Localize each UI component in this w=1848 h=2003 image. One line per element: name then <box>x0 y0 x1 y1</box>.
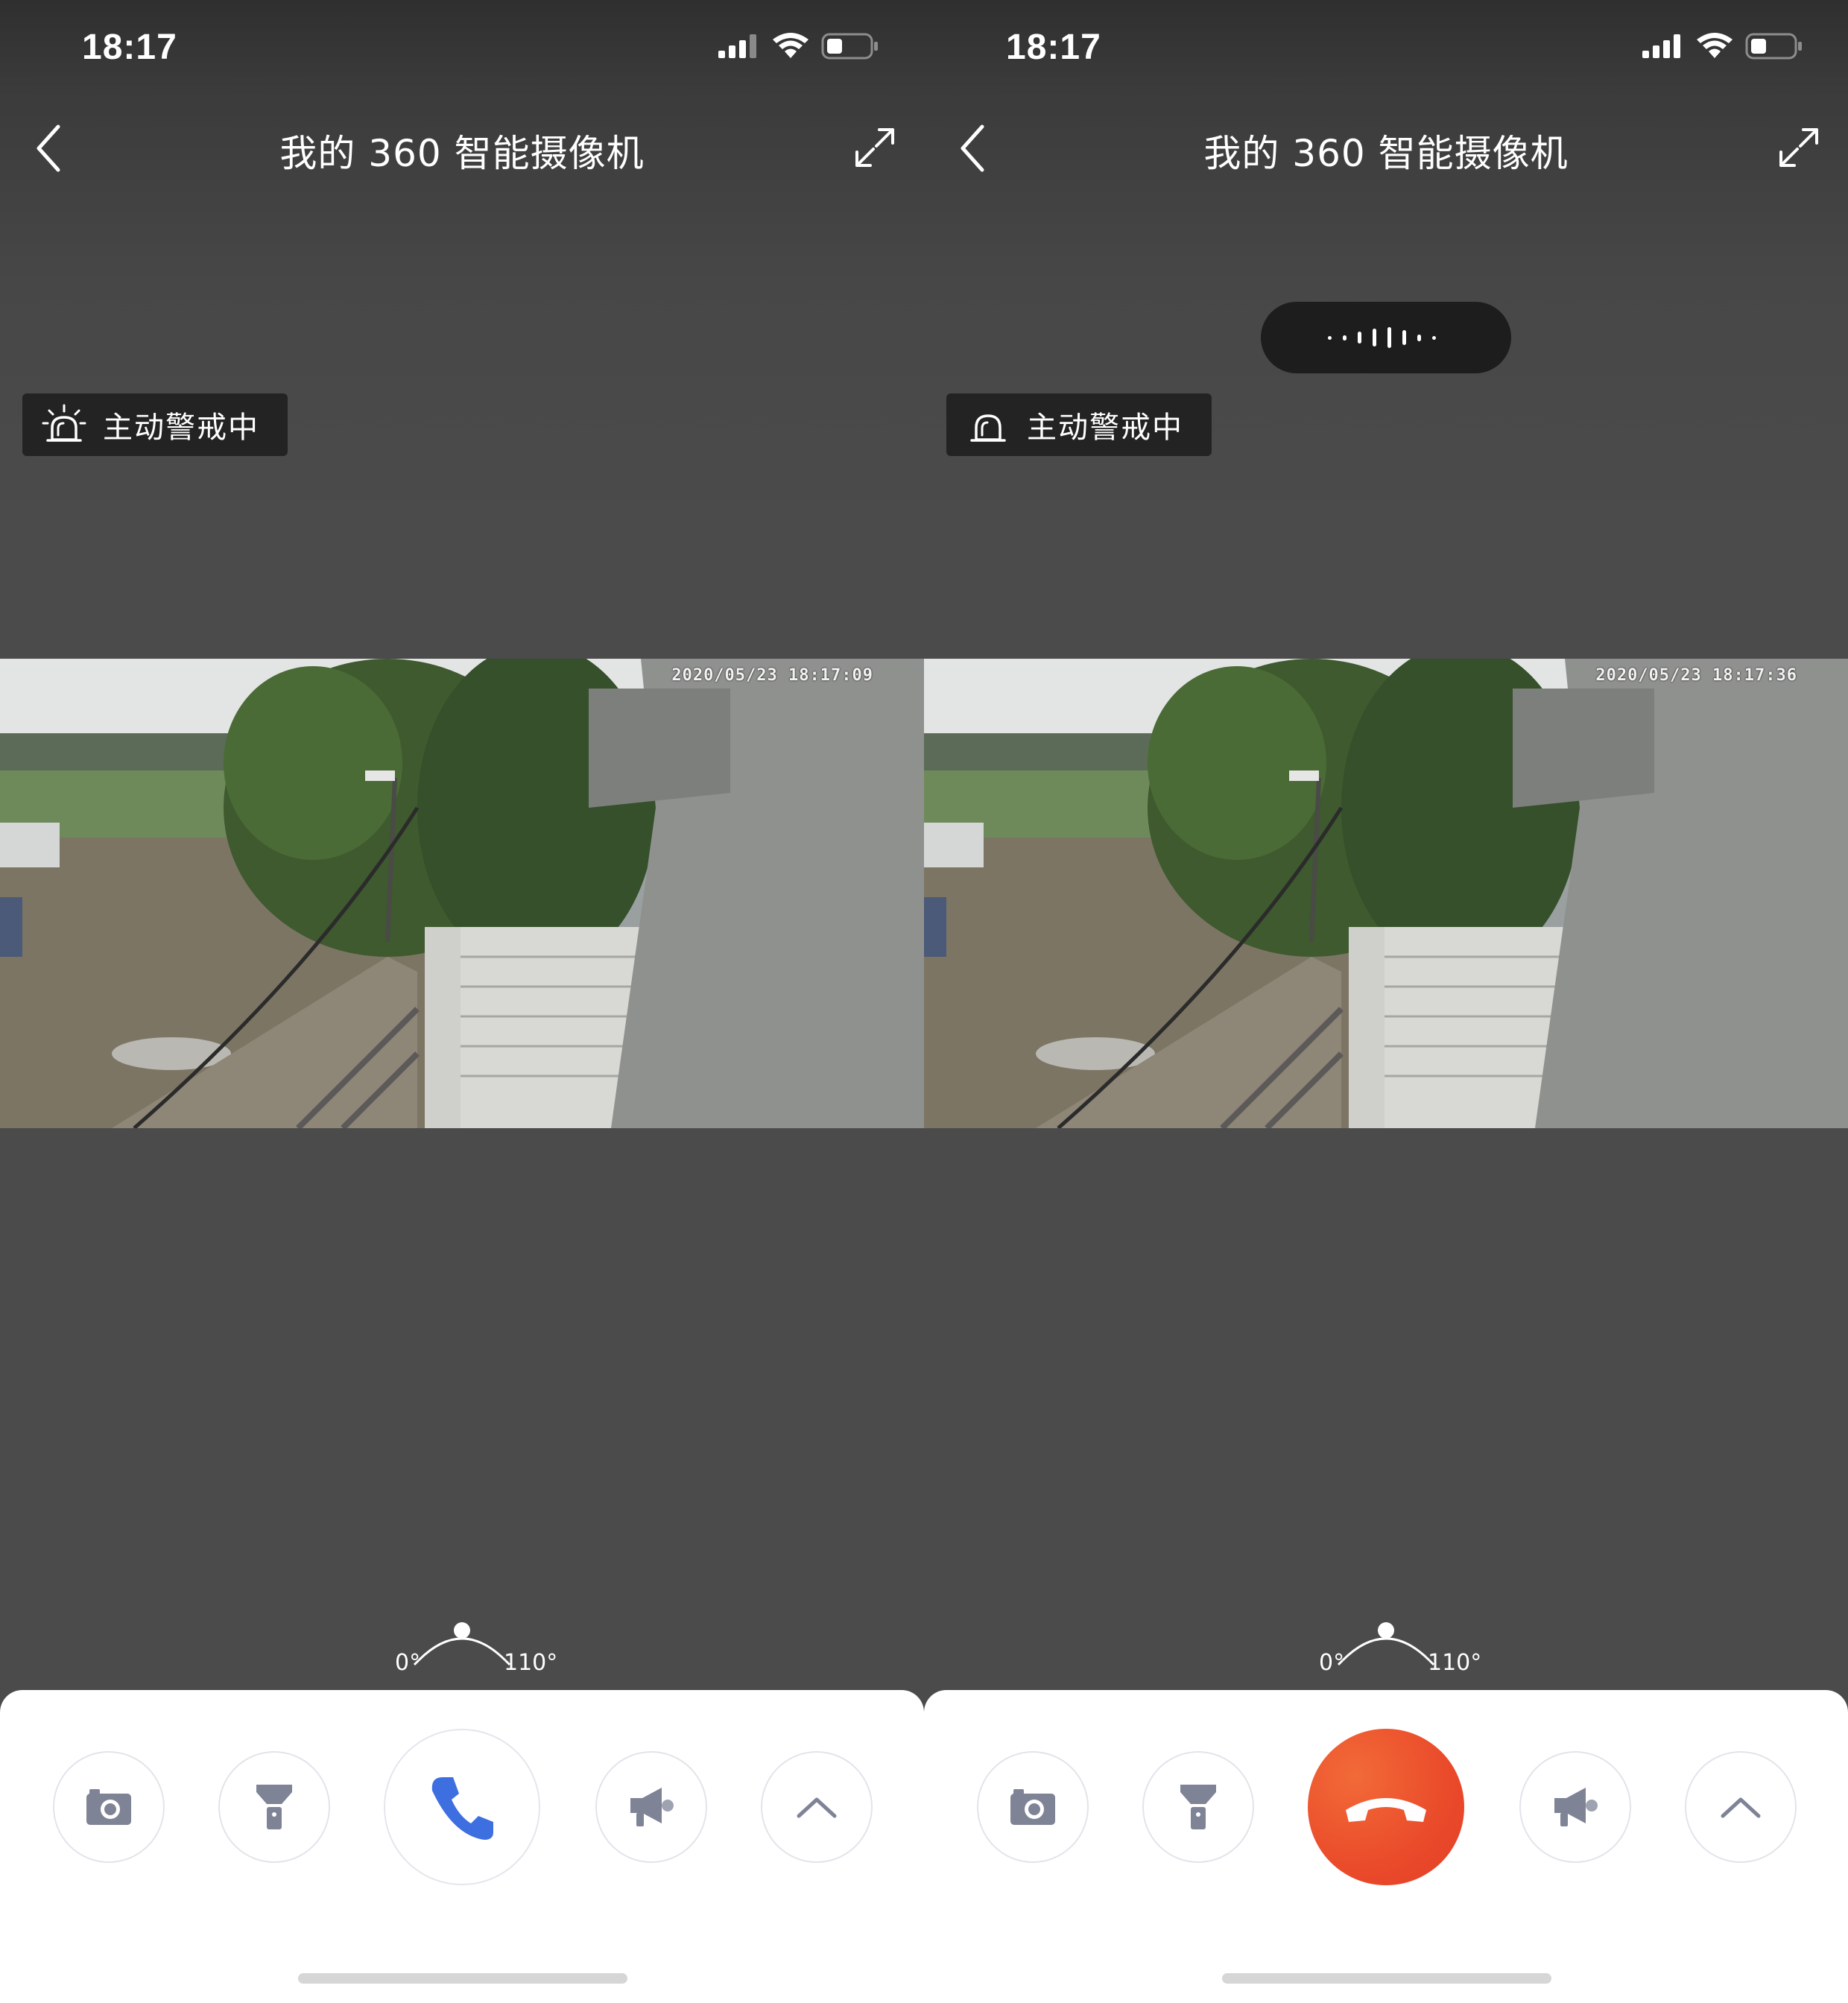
more-controls-button[interactable] <box>761 1751 873 1863</box>
page-title: 我的 360 智能摄像机 <box>279 132 645 175</box>
fullscreen-expand-icon[interactable] <box>1776 125 1821 170</box>
voice-waveform-icon <box>1328 327 1436 348</box>
snapshot-button[interactable] <box>53 1751 165 1863</box>
page-title: 我的 360 智能摄像机 <box>1203 132 1569 175</box>
hang-up-icon <box>1346 1798 1426 1822</box>
screen-idle: 18:17 我的 360 智能摄像机 主动警戒中 2020/05/23 18:1… <box>0 0 924 2003</box>
more-controls-button[interactable] <box>1685 1751 1797 1863</box>
video-timestamp: 2020/05/23 18:17:09 <box>671 666 873 685</box>
alert-label: 主动警戒中 <box>1027 411 1183 445</box>
megaphone-icon <box>1554 1788 1598 1826</box>
battery-icon <box>1745 33 1802 60</box>
pan-max-label: 110° <box>1428 1650 1482 1676</box>
camera-icon <box>1010 1789 1055 1825</box>
hang-up-button[interactable] <box>1308 1729 1464 1885</box>
cellular-signal-icon <box>1642 34 1680 58</box>
camera-scene-image <box>924 659 1848 1128</box>
home-indicator <box>298 1973 627 1984</box>
flashlight-icon <box>1180 1785 1216 1829</box>
camera-icon <box>86 1789 131 1825</box>
flashlight-icon <box>256 1785 292 1829</box>
bell-alarm-icon <box>970 414 1006 442</box>
home-indicator <box>1222 1973 1551 1984</box>
pan-position-knob <box>1378 1622 1394 1639</box>
status-time: 18:17 <box>82 28 177 67</box>
camera-live-video[interactable]: 2020/05/23 18:17:09 <box>0 659 924 1128</box>
megaphone-icon <box>630 1788 674 1826</box>
wifi-icon <box>773 33 808 58</box>
fullscreen-expand-icon[interactable] <box>852 125 897 170</box>
wifi-icon <box>1697 33 1732 58</box>
camera-live-video[interactable]: 2020/05/23 18:17:36 <box>924 659 1848 1128</box>
screen-in-call: 18:17 我的 360 智能摄像机 主动警戒中 2020/05/23 18:1… <box>924 0 1848 2003</box>
cellular-signal-icon <box>718 34 756 58</box>
video-timestamp: 2020/05/23 18:17:36 <box>1595 666 1797 685</box>
alert-badge[interactable]: 主动警戒中 <box>22 393 288 456</box>
snapshot-button[interactable] <box>977 1751 1089 1863</box>
voice-call-button[interactable] <box>384 1729 540 1885</box>
pan-max-label: 110° <box>504 1650 558 1676</box>
status-icons <box>1642 33 1803 60</box>
battery-icon <box>821 33 878 60</box>
pan-position-knob <box>454 1622 470 1639</box>
voice-activity-indicator <box>1261 302 1511 373</box>
siren-alarm-icon <box>42 404 86 442</box>
status-icons <box>718 33 879 60</box>
alert-badge[interactable]: 主动警戒中 <box>946 393 1212 456</box>
pan-min-label: 0° <box>395 1650 421 1676</box>
phone-icon <box>431 1777 493 1840</box>
alarm-speaker-button[interactable] <box>1519 1751 1631 1863</box>
flashlight-button[interactable] <box>1142 1751 1254 1863</box>
chevron-up-icon <box>797 1797 837 1818</box>
pan-min-label: 0° <box>1319 1650 1345 1676</box>
camera-scene-image <box>0 659 924 1128</box>
alarm-speaker-button[interactable] <box>595 1751 707 1863</box>
alert-label: 主动警戒中 <box>103 411 259 445</box>
chevron-up-icon <box>1721 1797 1761 1818</box>
status-time: 18:17 <box>1006 28 1101 67</box>
flashlight-button[interactable] <box>218 1751 330 1863</box>
